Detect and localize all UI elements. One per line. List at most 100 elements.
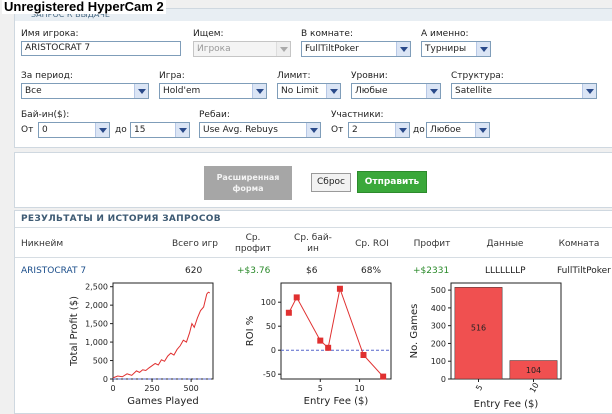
y-tick-label: 500	[431, 286, 446, 295]
search-for-select[interactable]: Игрока	[193, 41, 291, 57]
x-tick-label: 0	[110, 384, 115, 393]
chevron-down-icon	[95, 123, 109, 137]
data-point	[360, 352, 367, 358]
col-header-avg-buyin: Ср. бай-ин	[294, 233, 332, 254]
search-for-value: Игрока	[197, 44, 231, 54]
col-header-room: Комната	[558, 239, 600, 249]
rebuys-label: Ребаи:	[199, 110, 230, 120]
limit-label: Лимит:	[277, 71, 311, 81]
player-name-input[interactable]: ARISTOCRAT 7	[21, 41, 181, 56]
y-tick-label: 0	[441, 375, 446, 384]
y-tick-label: 2,500	[85, 283, 108, 292]
game-value: Hold'em	[163, 86, 201, 96]
roi-chart: -50 0 50 100 5 10 Entry Fee ($) ROI %	[245, 282, 392, 407]
col-header-data: Данные	[486, 239, 524, 249]
rebuys-select[interactable]: Use Avg. Rebuys	[199, 122, 321, 138]
games-by-fee-chart: 0 100 200 300 400 500 516 5 104 10 Entry Fee ($) No…	[409, 282, 562, 410]
game-select[interactable]: Hold'em	[159, 83, 267, 99]
chevron-down-icon	[475, 123, 489, 137]
results-divider	[15, 227, 612, 228]
buyin-to-value: 15	[134, 125, 146, 135]
y-tick-label: 200	[431, 339, 446, 348]
chevron-down-icon	[582, 84, 596, 98]
namely-select[interactable]: Турниры	[421, 41, 491, 57]
search-form-panel: ЗАПРОС К ВЫДАЧЕ Имя игрока: ARISTOCRAT 7…	[14, 8, 612, 148]
reset-button[interactable]: Сброс	[311, 173, 351, 192]
result-nickname-link[interactable]: ARISTOCRAT 7	[21, 266, 86, 276]
levels-label: Уровни:	[351, 71, 388, 81]
result-avg-roi: 68%	[361, 266, 382, 276]
actions-panel: Расширенная форма Сброс Отправить	[14, 152, 612, 208]
participants-to-value: Любое	[430, 125, 461, 135]
limit-select[interactable]: No Limit	[277, 83, 341, 99]
result-data-string: LLLLLLLP	[485, 266, 526, 276]
col-header-avg-profit: Ср. профит	[235, 233, 271, 254]
y-tick-label: 400	[431, 304, 446, 313]
y-tick-label: 0	[103, 375, 108, 384]
x-axis-title: Entry Fee ($)	[304, 396, 369, 407]
x-tick-label: 10	[354, 384, 364, 393]
namely-value: Турниры	[425, 44, 467, 54]
y-tick-label: -50	[263, 370, 276, 379]
results-panel: РЕЗУЛЬТАТЫ И ИСТОРИЯ ЗАПРОСОВ Никнейм Вс…	[14, 210, 612, 414]
search-for-label: Ищем:	[193, 29, 224, 39]
namely-label: А именно:	[421, 29, 469, 39]
submit-button[interactable]: Отправить	[357, 171, 427, 193]
results-title: РЕЗУЛЬТАТЫ И ИСТОРИЯ ЗАПРОСОВ	[21, 214, 221, 224]
participants-label: Участники:	[331, 110, 384, 120]
x-tick-label: 5	[474, 383, 484, 392]
chevron-down-icon	[426, 84, 440, 98]
chevron-down-icon	[175, 123, 189, 137]
result-total-games: 620	[185, 266, 203, 276]
buyin-to-select[interactable]: 15	[130, 122, 190, 138]
game-label: Игра:	[159, 71, 185, 81]
levels-select[interactable]: Любые	[351, 83, 441, 99]
result-avg-buyin: $6	[306, 266, 318, 276]
buyin-from-value: 0	[42, 125, 48, 135]
structure-select[interactable]: Satellite	[451, 83, 597, 99]
participants-from-value: 2	[352, 125, 358, 135]
plot-frame	[112, 282, 214, 380]
chevron-down-icon	[395, 123, 409, 137]
chevron-down-icon	[396, 42, 410, 56]
period-value: Все	[25, 86, 42, 96]
buyin-to-label: до	[115, 125, 127, 135]
y-tick-label: 100	[431, 357, 446, 366]
x-tick-label: 500	[183, 384, 198, 393]
x-axis-title: Games Played	[127, 396, 199, 407]
col-header-nickname: Никнейм	[21, 239, 64, 249]
chevron-down-icon	[326, 84, 340, 98]
period-select[interactable]: Все	[21, 83, 149, 99]
y-tick-label: 50	[266, 322, 276, 331]
col-header-profit: Профит	[413, 239, 451, 249]
participants-to-label: до	[413, 125, 425, 135]
y-tick-label: 2,000	[85, 301, 108, 310]
x-axis-title: Entry Fee ($)	[474, 399, 539, 410]
chevron-down-icon	[252, 84, 266, 98]
period-label: За период:	[21, 71, 73, 81]
x-tick-label: 10	[528, 381, 541, 394]
x-tick-label: 5	[318, 384, 323, 393]
y-tick-label: 300	[431, 322, 446, 331]
x-tick-label: 250	[144, 384, 159, 393]
player-name-label: Имя игрока:	[21, 29, 79, 39]
chevron-down-icon	[476, 42, 490, 56]
advanced-form-button[interactable]: Расширенная форма	[204, 166, 292, 200]
y-tick-label: 0	[271, 346, 276, 355]
participants-from-select[interactable]: 2	[348, 122, 410, 138]
levels-value: Любые	[355, 86, 388, 96]
participants-to-select[interactable]: Любое	[426, 122, 490, 138]
result-avg-profit: +$3.76	[237, 266, 271, 276]
y-axis-title: ROI %	[245, 316, 256, 346]
data-point	[285, 309, 292, 316]
bar	[454, 287, 503, 380]
watermark-text: Unregistered HyperCam 2	[2, 0, 166, 14]
buyin-from-select[interactable]: 0	[38, 122, 110, 138]
data-point	[317, 337, 324, 344]
limit-value: No Limit	[281, 86, 319, 96]
profit-chart: 0 500 1,000 1,500 2,000 2,500 0 250 500 Games Pla…	[69, 282, 214, 407]
room-select[interactable]: FullTiltPoker	[301, 41, 411, 57]
bar-value-label: 516	[471, 323, 486, 332]
y-axis-title: Total Profit ($)	[69, 296, 80, 367]
data-point	[380, 373, 387, 380]
